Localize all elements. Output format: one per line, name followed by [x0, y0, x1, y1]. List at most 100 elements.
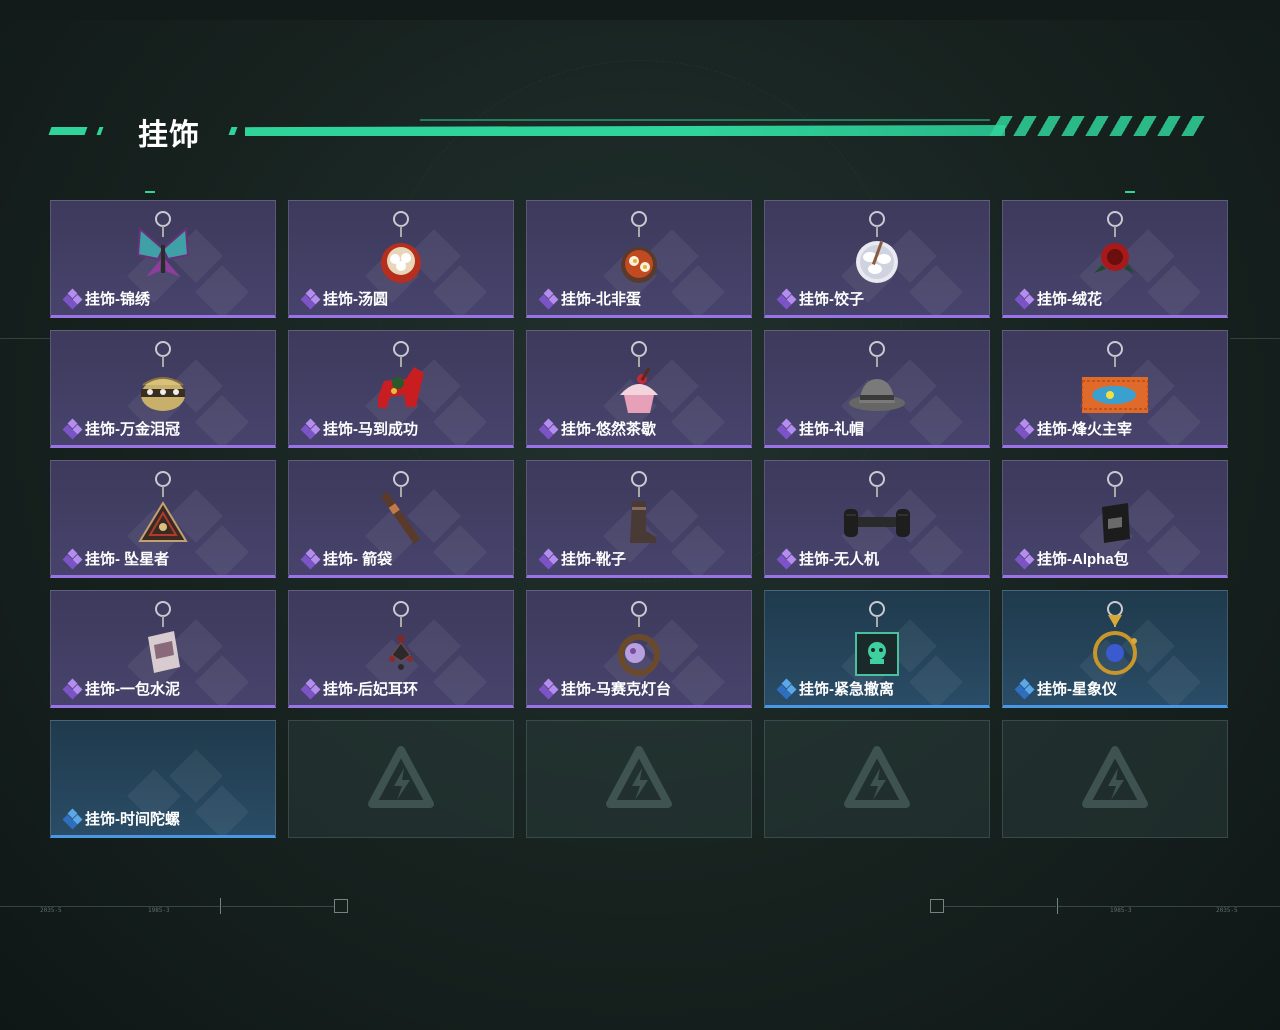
bottom-guide-line [0, 906, 220, 907]
charm-card[interactable]: 挂饰- 箭袋 [288, 460, 514, 578]
dumpling-plate-charm-icon [856, 211, 898, 283]
charm-card[interactable]: 挂饰-马到成功 [288, 330, 514, 448]
charm-card[interactable]: 挂饰-时间陀螺 [50, 720, 276, 838]
charm-label-row: 挂饰-烽火主宰 [1014, 418, 1132, 439]
delta-logo-icon [1082, 746, 1148, 808]
charm-card[interactable]: 挂饰-星象仪 [1002, 590, 1228, 708]
section-title: 挂饰 [138, 119, 200, 152]
charm-label-row: 挂饰-一包水泥 [62, 678, 180, 699]
grid-tick [145, 191, 155, 193]
charm-card[interactable]: 挂饰-礼帽 [764, 330, 990, 448]
tangyuan-bowl-charm-icon [381, 211, 421, 283]
charm-name: 挂饰- 箭袋 [323, 551, 393, 568]
charm-label-row: 挂饰-饺子 [776, 288, 864, 309]
charm-card[interactable]: 挂饰-马赛克灯台 [526, 590, 752, 708]
charm-name: 挂饰-饺子 [799, 291, 864, 308]
rarity-icon [62, 548, 83, 569]
rarity-icon [300, 548, 321, 569]
triangle-pendant-charm-icon [138, 471, 188, 542]
boot-charm-icon [630, 471, 656, 543]
alpha-pouch-charm-icon [1102, 471, 1130, 543]
charm-card[interactable]: 挂饰-一包水泥 [50, 590, 276, 708]
charm-name: 挂饰-绒花 [1037, 291, 1102, 308]
charm-name: 挂饰-礼帽 [799, 421, 864, 438]
charm-label-row: 挂饰-时间陀螺 [62, 808, 180, 829]
rarity-icon [300, 288, 321, 309]
charm-label-row: 挂饰-无人机 [776, 548, 879, 569]
header-checker-pattern [989, 116, 1206, 136]
charm-card[interactable]: 挂饰-北非蛋 [526, 200, 752, 318]
charm-card[interactable]: 挂饰-靴子 [526, 460, 752, 578]
charm-name: 挂饰-万金泪冠 [85, 421, 180, 438]
charm-card[interactable]: 挂饰-Alpha包 [1002, 460, 1228, 578]
earring-charm-icon [389, 601, 413, 670]
drone-charm-icon [844, 471, 910, 537]
charm-label-row: 挂饰-马赛克灯台 [538, 678, 671, 699]
rarity-icon [538, 548, 559, 569]
rarity-icon [1014, 678, 1035, 699]
right-guide-line [1230, 338, 1280, 339]
charm-label-row: 挂饰-礼帽 [776, 418, 864, 439]
charm-card[interactable]: 挂饰-紧急撤离 [764, 590, 990, 708]
charm-card[interactable]: 挂饰-锦绣 [50, 200, 276, 318]
charm-card[interactable]: 挂饰-饺子 [764, 200, 990, 318]
charm-name: 挂饰-悠然茶歇 [561, 421, 656, 438]
charm-label-row: 挂饰-绒花 [1014, 288, 1102, 309]
charm-card[interactable]: 挂饰- 坠星者 [50, 460, 276, 578]
charm-label-row: 挂饰- 箭袋 [300, 548, 393, 569]
charm-card[interactable]: 挂饰-后妃耳环 [288, 590, 514, 708]
charm-name: 挂饰-汤圆 [323, 291, 388, 308]
rarity-icon [62, 678, 83, 699]
bottom-guide-line [944, 906, 1056, 907]
charm-name: 挂饰-马赛克灯台 [561, 681, 671, 698]
charm-name: 挂饰-烽火主宰 [1037, 421, 1132, 438]
charm-card[interactable]: 挂饰-烽火主宰 [1002, 330, 1228, 448]
shakshuka-charm-icon [621, 211, 657, 283]
charm-name: 挂饰-无人机 [799, 551, 879, 568]
empty-slot [764, 720, 990, 838]
charm-name: 挂饰-马到成功 [323, 421, 418, 438]
quiver-charm-icon [380, 471, 421, 544]
grid-tick [1125, 191, 1135, 193]
rarity-icon [62, 288, 83, 309]
top-bar [0, 0, 1280, 20]
cement-bag-charm-icon [148, 601, 180, 673]
header-accent [228, 127, 238, 135]
charm-name: 挂饰-靴子 [561, 551, 626, 568]
rarity-icon [776, 288, 797, 309]
graffiti-container-charm-icon [1081, 341, 1149, 413]
left-guide-line [0, 338, 50, 339]
delta-logo-icon [606, 746, 672, 808]
empty-slot [526, 720, 752, 838]
section-header: 挂饰 [0, 100, 1280, 152]
charm-name: 挂饰-紧急撤离 [799, 681, 894, 698]
rarity-icon [300, 678, 321, 699]
header-line [245, 125, 1005, 136]
charm-card[interactable]: 挂饰-无人机 [764, 460, 990, 578]
butterfly-charm-icon [136, 211, 190, 277]
charm-name: 挂饰-时间陀螺 [85, 811, 180, 828]
charm-card[interactable]: 挂饰-绒花 [1002, 200, 1228, 318]
rarity-icon [62, 418, 83, 439]
deco-label: 2035-5 [40, 907, 62, 914]
charm-label-row: 挂饰-紧急撤离 [776, 678, 894, 699]
rarity-icon [62, 808, 83, 829]
skull-box-charm-icon [855, 601, 899, 676]
deco-label: 1985-3 [148, 907, 170, 914]
rarity-icon [776, 548, 797, 569]
charm-card[interactable]: 挂饰-悠然茶歇 [526, 330, 752, 448]
rarity-icon [300, 418, 321, 439]
delta-logo-icon [844, 746, 910, 808]
charm-label-row: 挂饰-汤圆 [300, 288, 388, 309]
deco-label: 2035-5 [1216, 907, 1238, 914]
rarity-icon [538, 288, 559, 309]
rarity-icon [538, 418, 559, 439]
charm-label-row: 挂饰-星象仪 [1014, 678, 1117, 699]
header-accent [96, 127, 104, 135]
charm-card[interactable]: 挂饰-汤圆 [288, 200, 514, 318]
charm-card[interactable]: 挂饰-万金泪冠 [50, 330, 276, 448]
bottom-tick [220, 898, 221, 914]
empty-slot [1002, 720, 1228, 838]
rarity-icon [1014, 288, 1035, 309]
bottom-guide-line [222, 906, 334, 907]
